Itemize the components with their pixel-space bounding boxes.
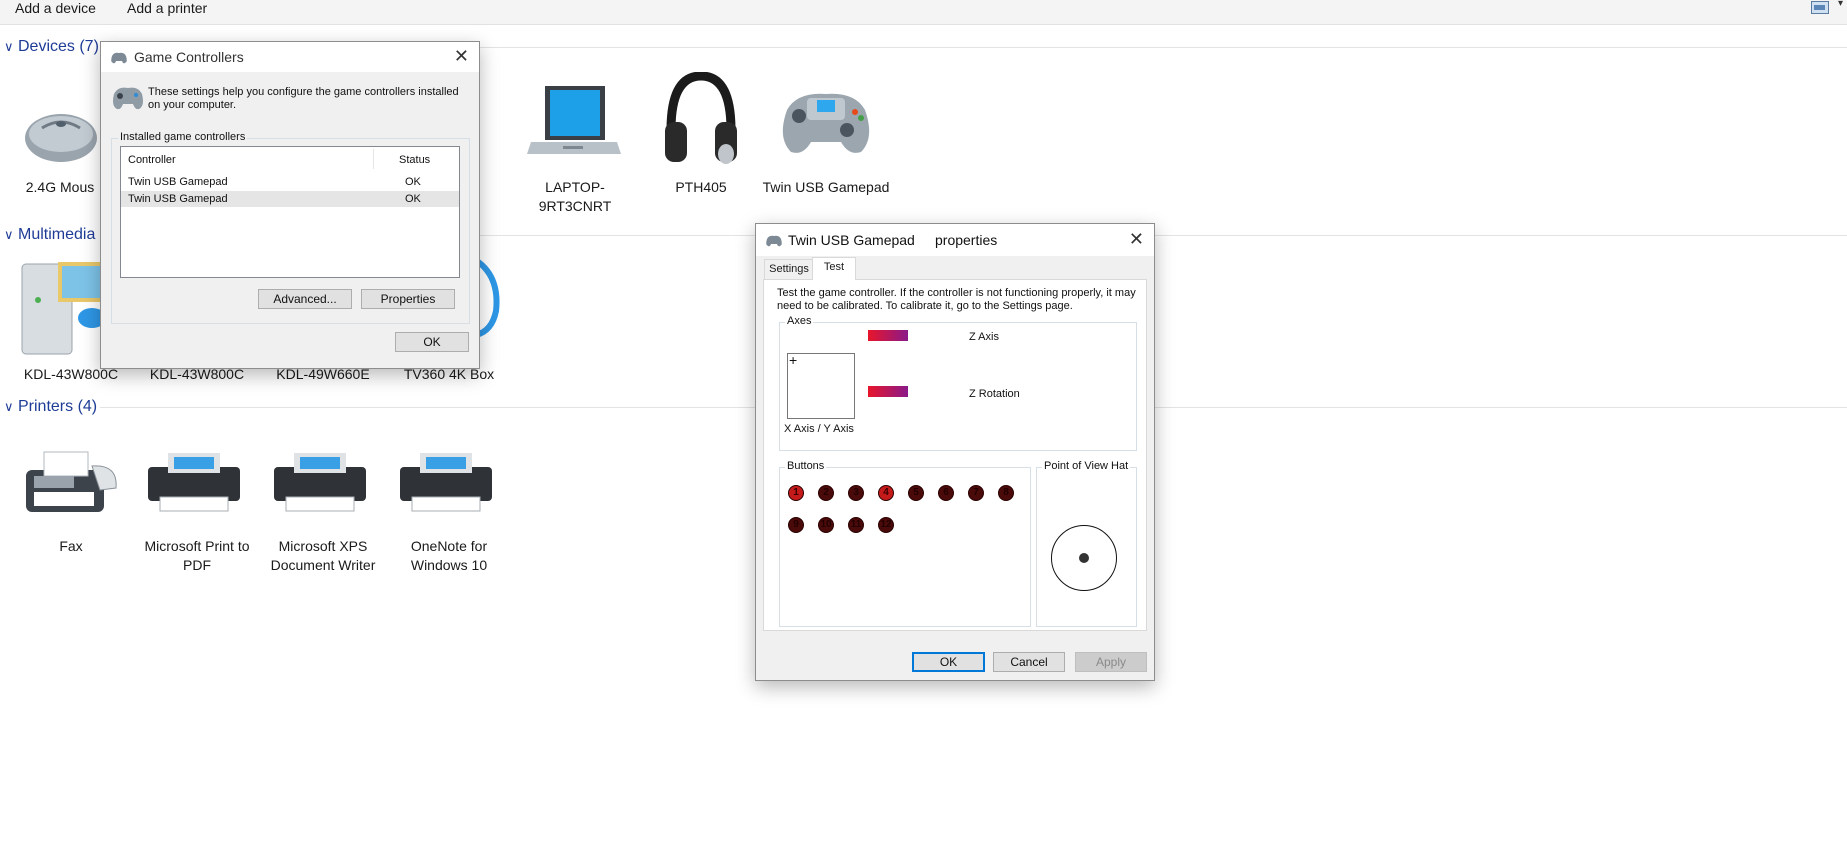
chevron-down-icon[interactable]: ▾ (1838, 0, 1843, 9)
gamepad-button-12: 12 (878, 517, 894, 533)
crosshair-icon: + (789, 352, 798, 368)
pov-hat-circle (1051, 525, 1117, 591)
gamepad-icon (111, 86, 145, 113)
command-bar: Add a device Add a printer ▾ (0, 0, 1847, 25)
device-label[interactable]: LAPTOP-9RT3CNRT (510, 178, 640, 216)
column-header-controller[interactable]: Controller (128, 154, 176, 167)
fax-icon[interactable] (22, 448, 120, 516)
advanced-button[interactable]: Advanced... (258, 289, 352, 309)
headphones-icon[interactable] (663, 71, 739, 170)
chevron-down-icon: ∨ (4, 399, 14, 414)
tab-test[interactable]: Test (812, 257, 856, 280)
group-label-devices: Devices (7) (18, 38, 99, 55)
intro-text: These settings help you configure the ga… (148, 86, 459, 111)
gamepad-icon (765, 234, 783, 250)
tab-settings[interactable]: Settings (764, 259, 814, 279)
dialog-title: Game Controllers (134, 49, 244, 65)
printer-icon[interactable] (146, 451, 242, 513)
dialog-title-bar[interactable]: Game Controllers ✕ (101, 42, 479, 72)
controller-name: Twin USB Gamepad (128, 176, 228, 188)
table-row[interactable]: Twin USB Gamepad OK (121, 191, 459, 207)
column-divider (373, 149, 374, 169)
device-label[interactable]: PTH405 (636, 178, 766, 197)
group-label-printers: Printers (4) (18, 398, 98, 415)
gamepad-button-3: 3 (848, 485, 864, 501)
device-label[interactable]: Twin USB Gamepad (761, 178, 891, 197)
dialog-title: Twin USB Gamepad (788, 232, 915, 248)
properties-button[interactable]: Properties (361, 289, 455, 309)
chevron-down-icon: ∨ (4, 227, 14, 242)
pov-hat-dot (1079, 553, 1089, 563)
printer-icon[interactable] (272, 451, 368, 513)
device-label[interactable]: Microsoft Print to PDF (132, 537, 262, 575)
gamepad-button-5: 5 (908, 485, 924, 501)
mouse-icon[interactable] (22, 108, 100, 166)
gamepad-properties-dialog: Twin USB Gamepad properties ✕ Settings T… (755, 223, 1155, 681)
close-icon[interactable]: ✕ (1129, 229, 1144, 250)
add-device-button[interactable]: Add a device (15, 0, 96, 16)
buttons-label: Buttons (785, 460, 827, 472)
controller-status: OK (405, 193, 421, 205)
printer-icon[interactable] (398, 451, 494, 513)
ok-button[interactable]: OK (912, 652, 985, 672)
installed-controllers-label: Installed game controllers (118, 131, 248, 143)
group-label-multimedia: Multimedia (18, 226, 96, 243)
gamepad-button-10: 10 (818, 517, 834, 533)
laptop-icon[interactable] (525, 84, 621, 158)
close-icon[interactable]: ✕ (454, 46, 469, 67)
gamepad-button-6: 6 (938, 485, 954, 501)
gamepad-icon[interactable] (777, 88, 875, 156)
chevron-down-icon: ∨ (4, 39, 14, 54)
dialog-title-bar[interactable]: Twin USB Gamepad properties ✕ (756, 224, 1154, 256)
device-label[interactable]: Microsoft XPS Document Writer (258, 537, 388, 575)
device-label[interactable]: Fax (6, 537, 136, 556)
ok-button[interactable]: OK (395, 332, 469, 352)
z-rotation-label: Z Rotation (969, 388, 1020, 400)
table-row[interactable]: Twin USB Gamepad OK (121, 174, 459, 190)
column-header-status[interactable]: Status (399, 154, 430, 167)
controller-status: OK (405, 176, 421, 188)
xy-axis-label: X Axis / Y Axis (784, 423, 854, 435)
add-printer-button[interactable]: Add a printer (127, 0, 207, 16)
z-axis-bar (868, 330, 908, 341)
tab-panel-test: Test the game controller. If the control… (763, 279, 1147, 631)
pov-hat-label: Point of View Hat (1042, 460, 1131, 472)
z-rotation-bar (868, 386, 908, 397)
cancel-button[interactable]: Cancel (993, 652, 1065, 672)
dialog-title-suffix: properties (935, 232, 998, 248)
controllers-list[interactable]: Controller Status Twin USB Gamepad OK Tw… (120, 146, 460, 278)
gamepad-button-2: 2 (818, 485, 834, 501)
z-axis-label: Z Axis (969, 331, 999, 343)
gamepad-icon (110, 51, 128, 67)
buttons-group (779, 467, 1031, 627)
gamepad-button-9: 9 (788, 517, 804, 533)
group-header-multimedia[interactable]: ∨ Multimedia (4, 225, 95, 245)
axes-label: Axes (785, 315, 814, 327)
game-controllers-dialog: Game Controllers ✕ These settings help y… (100, 41, 480, 369)
xy-axis-box: + (787, 352, 855, 419)
apply-button[interactable]: Apply (1075, 652, 1147, 672)
gamepad-button-4: 4 (878, 485, 894, 501)
test-description: Test the game controller. If the control… (777, 287, 1136, 312)
view-options-icon[interactable] (1811, 1, 1829, 14)
group-header-printers[interactable]: ∨ Printers (4) (4, 397, 97, 417)
group-header-devices[interactable]: ∨ Devices (7) (4, 37, 99, 57)
device-label[interactable]: OneNote for Windows 10 (384, 537, 514, 575)
gamepad-button-1: 1 (788, 485, 804, 501)
gamepad-button-11: 11 (848, 517, 864, 533)
gamepad-button-7: 7 (968, 485, 984, 501)
media-server-icon[interactable] (20, 260, 106, 358)
controller-name: Twin USB Gamepad (128, 193, 228, 205)
gamepad-button-8: 8 (998, 485, 1014, 501)
